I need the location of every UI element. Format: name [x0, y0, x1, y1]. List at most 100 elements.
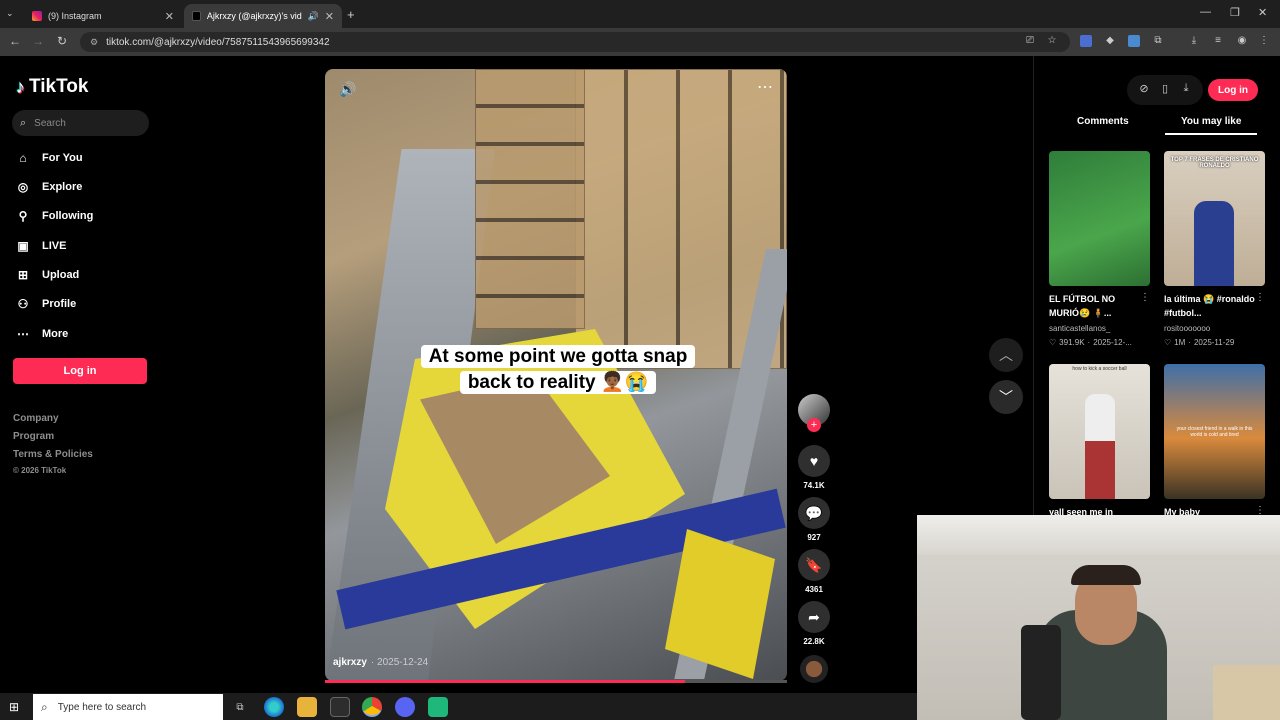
sidebar-item-explore[interactable]: ◎ Explore: [16, 180, 83, 194]
extensions-puzzle-icon[interactable]: ⧉: [1152, 35, 1164, 47]
tiktok-favicon-icon: [192, 11, 201, 21]
heart-outline-icon: ♡: [1049, 338, 1057, 347]
tab-list-dropdown-icon[interactable]: ⌄: [6, 8, 14, 19]
suggestion-date: 2025-11-29: [1193, 338, 1235, 347]
footer-link-company[interactable]: Company: [13, 413, 59, 424]
webcam-ceiling: [917, 515, 1280, 555]
suggestion-thumbnail[interactable]: TOP 7 FRASES DE CRISTIANO RONALDO: [1164, 151, 1265, 286]
file-explorer-icon[interactable]: [297, 697, 317, 717]
like-button[interactable]: ♥ 74.1K: [798, 445, 830, 490]
store-icon[interactable]: [330, 697, 350, 717]
thumbnail-text: TOP 7 FRASES DE CRISTIANO RONALDO: [1170, 157, 1259, 169]
extension-blue-icon[interactable]: [1128, 35, 1140, 47]
save-button[interactable]: 🔖 4361: [798, 549, 830, 594]
translate-extension-icon[interactable]: [1080, 35, 1092, 47]
install-app-icon[interactable]: ⎚: [1024, 35, 1036, 47]
extension-diamond-icon[interactable]: ◆: [1104, 35, 1116, 47]
video-player[interactable]: 🔊 ⋯ At some point we gotta snap back to …: [325, 69, 787, 681]
forward-icon[interactable]: →: [30, 34, 46, 48]
video-more-icon[interactable]: ⋯: [757, 77, 773, 97]
share-button[interactable]: ➦ 22.8K: [798, 601, 830, 646]
bookmark-star-icon[interactable]: ☆: [1046, 35, 1058, 47]
sidebar-item-more[interactable]: ⋯ More: [16, 327, 68, 341]
taskbar-search-input[interactable]: ⌕ Type here to search: [33, 694, 223, 720]
video-author[interactable]: ajkrxzy: [333, 657, 367, 668]
share-icon: ➦: [798, 601, 830, 633]
back-icon[interactable]: ←: [7, 34, 23, 48]
follow-plus-icon[interactable]: +: [807, 418, 821, 432]
suggestion-author[interactable]: santicastellanos_: [1049, 324, 1110, 333]
download-icon[interactable]: ⤓: [1188, 35, 1200, 47]
chrome-icon[interactable]: [362, 697, 382, 717]
like-count: 74.1K: [803, 481, 825, 490]
user-icon: ⚇: [17, 297, 29, 311]
minimize-icon[interactable]: —: [1200, 6, 1211, 18]
header-login-button[interactable]: Log in: [1208, 79, 1258, 101]
sidebar-item-live[interactable]: ▣ LIVE: [16, 239, 66, 253]
sidebar-item-for-you[interactable]: ⌂ For You: [16, 151, 82, 165]
device-icon[interactable]: ▯: [1157, 82, 1173, 98]
video-progress-bar[interactable]: [325, 680, 787, 683]
music-disc-icon: [800, 655, 828, 683]
search-input[interactable]: ⌕ Search: [12, 110, 149, 136]
tab-label: Ajkrxzy (@ajkrxzy)'s videos: [206, 11, 302, 21]
next-video-button[interactable]: ﹀: [989, 380, 1023, 414]
get-app-download-icon[interactable]: ⤓: [1178, 82, 1194, 98]
footer-link-terms[interactable]: Terms & Policies: [13, 449, 93, 460]
suggestion-more-icon[interactable]: ⋮: [1140, 292, 1150, 303]
app-icon[interactable]: [428, 697, 448, 717]
tab-comments[interactable]: Comments: [1077, 116, 1129, 127]
author-avatar-button[interactable]: +: [798, 394, 830, 432]
task-view-icon[interactable]: ⧉: [230, 697, 250, 717]
tab-label: (9) Instagram: [48, 11, 102, 21]
webcam-furniture: [1213, 665, 1280, 720]
reload-icon[interactable]: ↻: [54, 34, 70, 48]
close-tab-icon[interactable]: ✕: [165, 10, 174, 23]
suggestion-thumbnail[interactable]: your closest friend in a walk in this wo…: [1164, 364, 1265, 499]
suggestion-thumbnail[interactable]: how to kick a soccer ball: [1049, 364, 1150, 499]
suggestion-stats: ♡ 1M · 2025-11-29: [1164, 338, 1234, 347]
suggestion-likes: 1M: [1174, 338, 1186, 347]
close-tab-icon[interactable]: ✕: [325, 10, 334, 23]
speaker-icon[interactable]: 🔊: [308, 11, 319, 22]
compass-small-icon[interactable]: ⊘: [1136, 82, 1152, 98]
suggestion-more-icon[interactable]: ⋮: [1255, 292, 1265, 303]
windows-start-icon[interactable]: ⊞: [9, 700, 19, 714]
tab-instagram[interactable]: (9) Instagram ✕: [24, 4, 182, 28]
suggestion-thumbnail[interactable]: [1049, 151, 1150, 286]
search-placeholder: Search: [34, 117, 66, 129]
profile-icon[interactable]: ◉: [1236, 35, 1248, 47]
plus-square-icon: ⊞: [17, 268, 29, 282]
restore-icon[interactable]: ❐: [1230, 6, 1240, 19]
video-caption: At some point we gotta snap back to real…: [408, 344, 708, 396]
webcam-overlay: [917, 515, 1280, 720]
media-control-icon[interactable]: ≡: [1212, 35, 1224, 47]
sidebar-item-profile[interactable]: ⚇ Profile: [16, 297, 77, 311]
bookmark-icon: 🔖: [798, 549, 830, 581]
suggestion-likes: 391.9K: [1059, 338, 1085, 347]
webcam-chair: [1021, 625, 1061, 720]
new-tab-button[interactable]: +: [347, 7, 355, 22]
tab-tiktok[interactable]: Ajkrxzy (@ajkrxzy)'s videos 🔊 ✕: [184, 4, 342, 28]
discord-icon[interactable]: [395, 697, 415, 717]
site-info-icon[interactable]: ⚙: [90, 37, 98, 48]
suggestion-title[interactable]: EL FÚTBOL NO MURIÓ😢 🧍...: [1049, 292, 1141, 320]
login-button[interactable]: Log in: [13, 358, 147, 384]
suggestion-author[interactable]: rositooooooo: [1164, 324, 1210, 333]
chrome-menu-icon[interactable]: ⋮: [1258, 35, 1270, 47]
edge-icon[interactable]: [264, 697, 284, 717]
mute-icon[interactable]: 🔊: [339, 81, 356, 98]
suggestion-title[interactable]: la última 😭 #ronaldo #futbol...: [1164, 292, 1256, 320]
previous-video-button[interactable]: ︿: [989, 338, 1023, 372]
suggestion-stats: ♡ 391.9K · 2025-12-...: [1049, 338, 1132, 347]
taskbar-search-placeholder: Type here to search: [57, 701, 147, 713]
music-disc-button[interactable]: [798, 655, 830, 683]
sidebar-item-upload[interactable]: ⊞ Upload: [16, 268, 79, 282]
comment-button[interactable]: 💬 927: [798, 497, 830, 542]
tab-you-may-like[interactable]: You may like: [1181, 116, 1241, 127]
tiktok-logo[interactable]: ♪ TikTok: [16, 76, 88, 98]
sidebar-item-following[interactable]: ⚲ Following: [16, 209, 94, 223]
address-bar[interactable]: ⚙ tiktok.com/@ajkrxzy/video/758751154396…: [80, 32, 1070, 52]
window-close-icon[interactable]: ✕: [1258, 6, 1267, 19]
footer-link-program[interactable]: Program: [13, 431, 54, 442]
